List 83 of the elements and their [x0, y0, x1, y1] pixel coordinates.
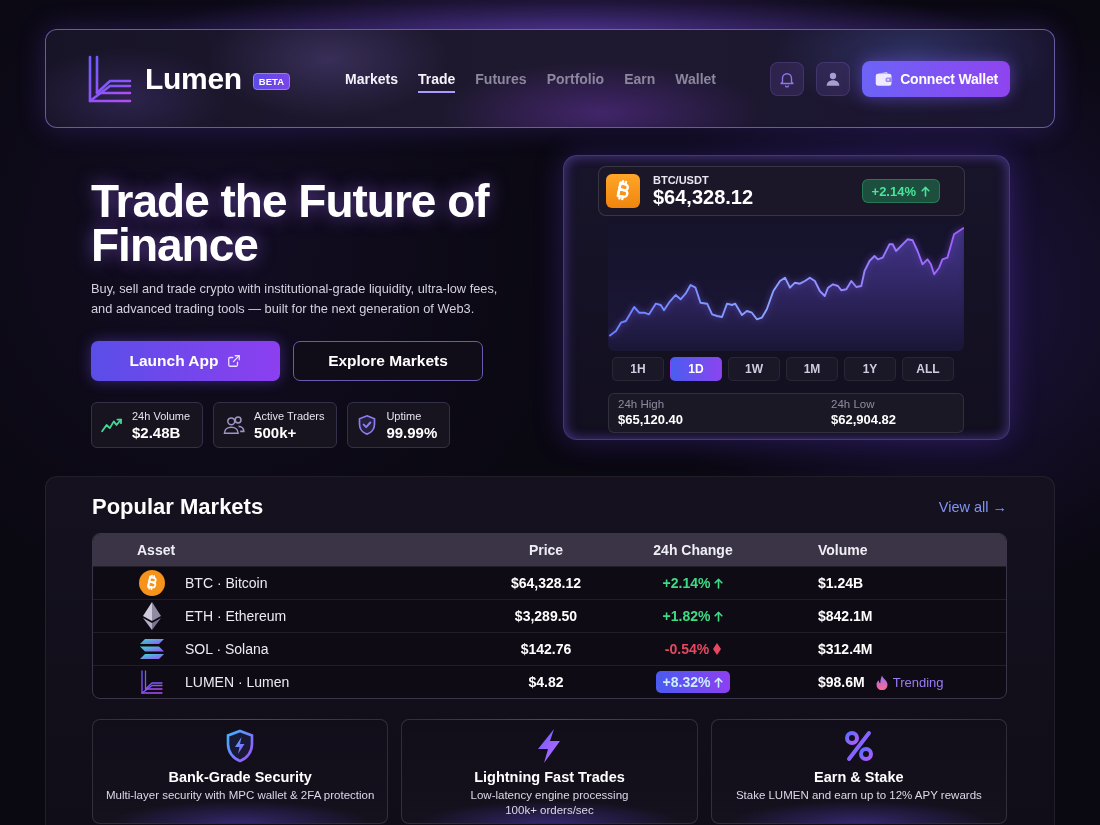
percent-icon: [843, 729, 874, 763]
section-title: Popular Markets: [92, 494, 264, 520]
pair-label: BTC/USDT: [653, 173, 710, 186]
nav-link[interactable]: Earn: [624, 64, 656, 93]
volume-cell: $842.1M: [818, 608, 873, 624]
column-header: Price: [527, 542, 565, 558]
ethereum-icon: [143, 602, 161, 630]
stat-label: Active Traders: [254, 409, 325, 422]
price-value: $64,328.12: [653, 185, 754, 209]
feature-description: Low-latency engine processing 100k+ orders/sec: [470, 788, 629, 818]
notifications-button[interactable]: [770, 61, 805, 96]
price-cell-text: $3,289.50: [513, 608, 579, 624]
profile-button[interactable]: [816, 61, 851, 96]
connect-wallet-button[interactable]: Connect Wallet: [862, 60, 1010, 97]
stat-label: Uptime: [386, 409, 423, 422]
arrow-up-icon: [921, 185, 930, 197]
timeframe-button[interactable]: 1W: [728, 357, 780, 381]
range-label: 24h High: [618, 398, 666, 410]
volume-cell: $98.6M: [818, 674, 865, 690]
explore-markets-button[interactable]: Explore Markets: [293, 341, 483, 381]
change-value: -0.54%: [664, 641, 710, 657]
bitcoin-icon: [606, 174, 640, 208]
flame-icon: [875, 674, 888, 690]
range-value: $65,120.40: [618, 412, 685, 427]
timeframe-button[interactable]: 1Y: [844, 357, 896, 381]
nav-link[interactable]: Wallet: [675, 64, 716, 93]
hero-subtitle: Buy, sell and trade crypto with institutional-grade liquidity, ultra-low fees, and advanced trading tools — built for the next generation of Web3.: [91, 280, 499, 318]
price-cell-text: $64,328.12: [509, 575, 583, 591]
column-header: Asset: [137, 542, 177, 558]
timeframe-button[interactable]: 1M: [786, 357, 838, 381]
users-icon: [223, 415, 246, 435]
brand-name: Lumen: [145, 61, 242, 96]
change-value: +2.14%: [662, 575, 711, 591]
nav-link[interactable]: Trade: [417, 64, 456, 93]
column-header: 24h Change: [652, 542, 734, 558]
trend-line-icon: [101, 416, 123, 434]
shield-check-icon: [357, 414, 378, 436]
beta-badge: BETA: [252, 72, 290, 90]
feature-description: Stake LUMEN and earn up to 12% APY rewards: [735, 788, 982, 803]
logo-icon: [88, 54, 132, 103]
stat-value: $2.48B: [132, 423, 182, 441]
price-cell-text: $142.76: [519, 641, 573, 657]
lightning-bolt-icon: [537, 729, 562, 763]
launch-app-button[interactable]: Launch App: [91, 341, 280, 381]
view-all-link[interactable]: View all →: [938, 499, 1007, 515]
column-header: Volume: [818, 542, 869, 558]
nav-link[interactable]: Markets: [345, 64, 398, 93]
timeframe-button[interactable]: ALL: [902, 357, 954, 381]
timeframe-button[interactable]: 1D: [670, 357, 722, 381]
volume-cell: $312.4M: [818, 641, 873, 657]
timeframe-button[interactable]: 1H: [612, 357, 664, 381]
nav-link[interactable]: Portfolio: [546, 64, 605, 93]
range-label: 24h Low: [831, 398, 876, 410]
nav-link[interactable]: Futures: [475, 64, 527, 93]
hero-title: Trade the Future of Finance: [91, 179, 491, 267]
change-value: +8.32%: [662, 674, 711, 690]
asset-name: SOL · Solana: [185, 641, 270, 657]
price-cell-text: $4.82: [527, 674, 565, 690]
asset-name: LUMEN · Lumen: [185, 674, 291, 690]
asset-name: ETH · Ethereum: [185, 608, 288, 624]
volume-cell: $1.24B: [818, 575, 864, 591]
arrow-up-icon: [714, 610, 724, 622]
stat-value: 500k+: [254, 423, 298, 441]
stat-value: 99.99%: [386, 423, 438, 441]
diamond-icon: [713, 643, 722, 655]
wallet-icon: [875, 70, 894, 87]
bitcoin-icon: [139, 570, 165, 596]
stat-label: 24h Volume: [132, 409, 191, 422]
feature-title: Lightning Fast Trades: [474, 769, 625, 785]
arrow-up-icon: [714, 676, 724, 688]
logo-icon: [141, 670, 163, 694]
trending-label: Trending: [892, 674, 944, 690]
feature-description: Multi-layer security with MPC wallet & 2FA protection: [105, 788, 375, 803]
external-link-icon: [227, 354, 242, 368]
change-value: +2.14%: [871, 183, 916, 199]
arrow-up-icon: [714, 577, 724, 589]
feature-title: Earn & Stake: [814, 769, 904, 785]
range-value: $62,904.82: [831, 412, 897, 427]
solana-icon: [140, 639, 164, 659]
change-value: +1.82%: [662, 608, 711, 624]
asset-name: BTC · Bitcoin: [185, 575, 269, 591]
shield-bolt-icon: [225, 729, 256, 763]
feature-title: Bank-Grade Security: [168, 769, 312, 785]
